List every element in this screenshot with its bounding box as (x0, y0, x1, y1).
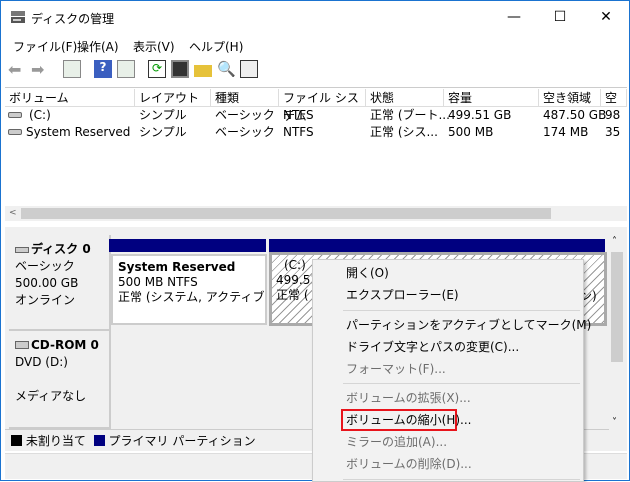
cdrom-0-label[interactable]: CD-ROM 0 DVD (D:) メディアなし (9, 331, 111, 429)
cell-free: 487.50 GB (543, 108, 607, 122)
volume-list: ボリューム レイアウト 種類 ファイル システム 状態 容量 空き領域 空き (… (5, 87, 627, 221)
scrollbar-thumb[interactable] (611, 252, 623, 362)
legend-swatch-unallocated (11, 435, 22, 446)
partition-system-reserved[interactable]: System Reserved 500 MB NTFS 正常 (システム, アク… (111, 254, 267, 325)
properties-icon[interactable] (171, 60, 189, 78)
disk-icon (15, 247, 29, 253)
search-icon[interactable]: 🔍 (217, 60, 236, 78)
cell-volume: System Reserved (26, 125, 131, 139)
cell-type: ベーシック (215, 125, 275, 139)
cell-free: 174 MB (543, 125, 589, 139)
cell-volume: (C:) (29, 108, 51, 122)
refresh-icon[interactable]: ⟳ (148, 60, 166, 78)
menu-file[interactable]: ファイル(F) (13, 38, 77, 55)
action-pane-icon[interactable] (117, 60, 135, 78)
disk-name: ディスク 0 (31, 242, 91, 256)
cell-filesystem: NTFS (283, 108, 314, 122)
help-icon[interactable]: ? (94, 60, 112, 78)
disk-management-icon (11, 11, 25, 23)
disk-0-title: ディスク 0 (15, 241, 109, 258)
column-header-volume[interactable]: ボリューム (5, 89, 135, 107)
close-button[interactable]: ✕ (583, 1, 629, 34)
cell-capacity: 500 MB (448, 125, 494, 139)
cell-status: 正常 (ブート... (370, 108, 450, 122)
menu-item-mark-active[interactable]: パーティションをアクティブとしてマーク(M) (346, 315, 591, 335)
cell-layout: シンプル (139, 125, 187, 139)
menu-item-open[interactable]: 開く(O) (346, 263, 389, 283)
column-header-filesystem[interactable]: ファイル システム (279, 89, 366, 123)
scroll-up-icon[interactable]: ˄ (612, 236, 617, 247)
menu-separator (343, 310, 580, 311)
disk-size: 500.00 GB (15, 276, 79, 290)
cdrom-status: メディアなし (15, 389, 87, 403)
drive-icon (8, 112, 22, 118)
column-header-status[interactable]: 状態 (366, 89, 444, 107)
toolbar: ⬅ ➡ ? ⟳ 🔍 (1, 57, 629, 83)
scrollbar-thumb[interactable] (21, 208, 551, 219)
forward-icon[interactable]: ➡ (31, 60, 49, 79)
window-title: ディスクの管理 (31, 12, 115, 26)
legend-label-unallocated: 未割り当て (25, 434, 86, 448)
cell-layout: シンプル (139, 108, 187, 122)
cdrom-title: CD-ROM 0 (15, 337, 109, 354)
column-header-free[interactable]: 空き領域 (539, 89, 601, 107)
disk-0-label[interactable]: ディスク 0 ベーシック 500.00 GB オンライン (9, 235, 111, 331)
menu-separator (343, 479, 580, 480)
menu-item-add-mirror: ミラーの追加(A)... (346, 435, 448, 449)
back-icon[interactable]: ⬅ (8, 60, 26, 79)
partition-size: 500 MB NTFS (118, 275, 198, 289)
cdrom-type: DVD (D:) (15, 355, 68, 369)
disk-type: ベーシック (15, 259, 75, 273)
cdrom-name: CD-ROM 0 (31, 338, 99, 352)
menu-item-extend-volume: ボリュームの拡張(X)... (346, 391, 471, 405)
menu-bar: ファイル(F) 操作(A) 表示(V) ヘルプ(H) (1, 36, 629, 54)
legend-swatch-primary (93, 435, 105, 446)
cdrom-icon (15, 341, 29, 349)
maximize-button[interactable]: ☐ (537, 1, 583, 34)
vertical-scrollbar[interactable]: ˄ ˅ (609, 235, 625, 432)
minimize-button[interactable]: — (491, 1, 537, 34)
horizontal-scrollbar[interactable]: < (5, 206, 627, 221)
partition-status: 正常 (システム, アクティブ, プライ (118, 290, 267, 304)
disk-management-window: ディスクの管理 — ☐ ✕ ファイル(F) 操作(A) 表示(V) ヘルプ(H)… (0, 0, 630, 482)
cell-status: 正常 (シス... (370, 125, 438, 139)
settings-icon[interactable] (240, 60, 258, 78)
primary-partition-bar (269, 239, 605, 252)
partition-name: System Reserved (118, 260, 236, 274)
title-bar: ディスクの管理 — ☐ ✕ (1, 1, 629, 34)
open-folder-icon[interactable] (194, 65, 212, 77)
menu-item-format: フォーマット(F)... (346, 362, 446, 376)
context-menu: 開く(O) エクスプローラー(E) パーティションをアクティブとしてマーク(M)… (312, 259, 591, 482)
cell-capacity: 499.51 GB (448, 108, 512, 122)
column-header-free-pct[interactable]: 空き (601, 89, 627, 107)
drive-icon (8, 129, 22, 135)
column-header-type[interactable]: 種類 (211, 89, 279, 107)
primary-partition-bar (109, 239, 266, 252)
menu-action[interactable]: 操作(A) (77, 38, 119, 55)
menu-item-change-drive-letter[interactable]: ドライブ文字とパスの変更(C)... (346, 337, 519, 357)
menu-view[interactable]: 表示(V) (133, 38, 175, 55)
cell-free-pct: 35 (605, 125, 621, 139)
menu-separator (343, 383, 580, 384)
console-tree-icon[interactable] (63, 60, 81, 78)
menu-item-delete-volume: ボリュームの削除(D)... (346, 457, 472, 471)
menu-item-shrink-volume[interactable]: ボリュームの縮小(H)... (346, 410, 471, 430)
menu-item-explore[interactable]: エクスプローラー(E) (346, 285, 459, 305)
cell-type: ベーシック (215, 108, 275, 122)
menu-help[interactable]: ヘルプ(H) (189, 38, 243, 55)
scroll-left-icon[interactable]: < (9, 206, 17, 221)
legend-label-primary: プライマリ パーティション (108, 434, 256, 448)
column-header-layout[interactable]: レイアウト (135, 89, 211, 107)
disk-status: オンライン (15, 293, 76, 307)
column-header-capacity[interactable]: 容量 (444, 89, 539, 107)
cell-filesystem: NTFS (283, 125, 314, 139)
cell-free-pct: 98 (605, 108, 621, 122)
scroll-down-icon[interactable]: ˅ (612, 417, 617, 428)
